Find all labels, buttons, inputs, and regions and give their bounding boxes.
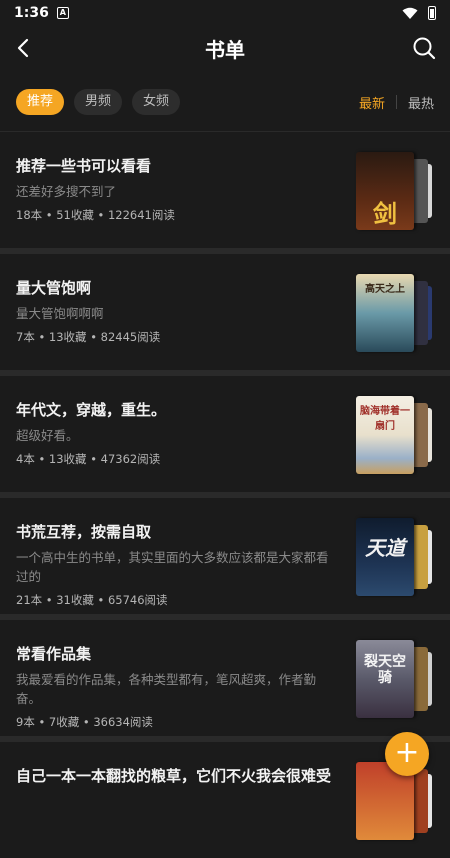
booklist-item[interactable]: 自己一本一本翻找的粮草，它们不火我会很难受 (0, 742, 450, 858)
booklist-meta: 7本 • 13收藏 • 82445阅读 (16, 330, 161, 344)
wifi-icon (402, 7, 418, 19)
page-title: 书单 (205, 37, 245, 62)
chip-female[interactable]: 女频 (132, 89, 181, 115)
cover-front: 剑 (356, 152, 414, 230)
booklist-desc: 超级好看。 (16, 428, 79, 443)
booklist-desc: 我最爱看的作品集，各种类型都有，笔风超爽，作者勤奋。 (16, 672, 317, 706)
cover-stack: 高天之上 (356, 274, 434, 352)
cover-front: 脑海带着一扇门 (356, 396, 414, 474)
booklist-text: 推荐一些书可以看看 还差好多搜不到了 18本 • 51收藏 • 122641阅读 (16, 156, 334, 223)
chip-male[interactable]: 男频 (74, 89, 123, 115)
cover-title: 裂天空骑 (364, 654, 406, 686)
sort-toggle: 最新 最热 (359, 93, 434, 112)
cover-title: 脑海带着一扇门 (360, 406, 410, 432)
search-icon[interactable] (410, 34, 438, 62)
booklist-title: 书荒互荐，按需自取 (16, 523, 152, 541)
add-booklist-button[interactable]: + (385, 732, 429, 776)
booklist-title: 自己一本一本翻找的粮草，它们不火我会很难受 (16, 767, 332, 785)
booklist-desc: 还差好多搜不到了 (16, 184, 117, 199)
booklist-text: 量大管饱啊 量大管饱啊啊啊 7本 • 13收藏 • 82445阅读 (16, 278, 334, 345)
booklist-desc: 量大管饱啊啊啊 (16, 306, 104, 321)
booklist-text: 常看作品集 我最爱看的作品集，各种类型都有，笔风超爽，作者勤奋。 9本 • 7收… (16, 644, 334, 730)
sort-latest[interactable]: 最新 (359, 93, 385, 112)
filter-bar: 推荐 男频 女频 最新 最热 (0, 88, 450, 116)
cover-stack: 天道 (356, 518, 434, 596)
booklist-meta: 21本 • 31收藏 • 65746阅读 (16, 593, 168, 607)
cover-front: 高天之上 (356, 274, 414, 352)
booklist-item[interactable]: 书荒互荐，按需自取 一个高中生的书单，其实里面的大多数应该都是大家都看过的 21… (0, 498, 450, 614)
status-icons (402, 6, 436, 20)
booklist-meta: 18本 • 51收藏 • 122641阅读 (16, 208, 175, 222)
booklist-list: 推荐一些书可以看看 还差好多搜不到了 18本 • 51收藏 • 122641阅读… (0, 131, 450, 858)
booklist-item[interactable]: 推荐一些书可以看看 还差好多搜不到了 18本 • 51收藏 • 122641阅读… (0, 132, 450, 248)
back-arrow-icon[interactable] (10, 34, 38, 62)
booklist-meta: 9本 • 7收藏 • 36634阅读 (16, 715, 153, 729)
booklist-desc: 一个高中生的书单，其实里面的大多数应该都是大家都看过的 (16, 550, 329, 584)
cover-front: 天道 (356, 518, 414, 596)
battery-icon (428, 6, 436, 20)
cover-front: 裂天空骑 (356, 640, 414, 718)
booklist-item[interactable]: 年代文，穿越，重生。 超级好看。 4本 • 13收藏 • 47362阅读 脑海带… (0, 376, 450, 492)
cover-stack: 裂天空骑 (356, 640, 434, 718)
booklist-title: 量大管饱啊 (16, 279, 92, 297)
app-bar: 书单 (0, 26, 450, 70)
booklist-title: 推荐一些书可以看看 (16, 157, 152, 175)
booklist-title: 常看作品集 (16, 645, 92, 663)
cover-stack: 脑海带着一扇门 (356, 396, 434, 474)
cover-title: 剑 (373, 200, 397, 228)
booklist-text: 书荒互荐，按需自取 一个高中生的书单，其实里面的大多数应该都是大家都看过的 21… (16, 522, 334, 608)
booklist-text: 年代文，穿越，重生。 超级好看。 4本 • 13收藏 • 47362阅读 (16, 400, 334, 467)
cover-stack: 剑 (356, 152, 434, 230)
booklist-text: 自己一本一本翻找的粮草，它们不火我会很难受 (16, 766, 334, 786)
cover-stack (356, 762, 434, 840)
cover-title: 天道 (365, 536, 405, 560)
status-bar: 1:36 A (0, 0, 450, 26)
booklist-title: 年代文，穿越，重生。 (16, 401, 167, 419)
status-time: 1:36 (14, 5, 49, 21)
booklist-item[interactable]: 常看作品集 我最爱看的作品集，各种类型都有，笔风超爽，作者勤奋。 9本 • 7收… (0, 620, 450, 736)
chip-recommend[interactable]: 推荐 (16, 89, 65, 115)
notification-a-icon: A (56, 7, 69, 19)
booklist-item[interactable]: 量大管饱啊 量大管饱啊啊啊 7本 • 13收藏 • 82445阅读 高天之上 (0, 254, 450, 370)
cover-title: 高天之上 (365, 284, 405, 295)
booklist-meta: 4本 • 13收藏 • 47362阅读 (16, 452, 161, 466)
sort-divider (395, 95, 397, 109)
sort-hot[interactable]: 最热 (408, 93, 434, 112)
